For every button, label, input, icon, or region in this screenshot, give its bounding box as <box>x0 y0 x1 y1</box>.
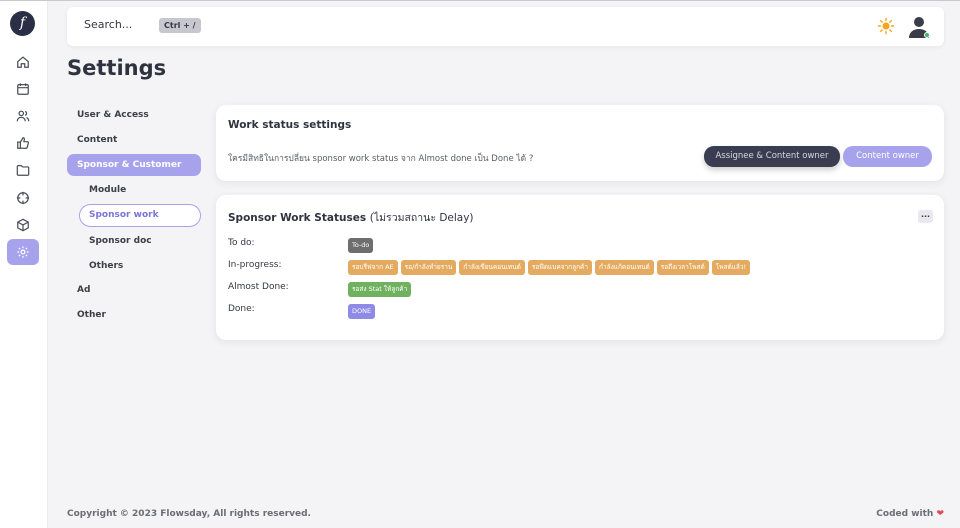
settings-nav-content[interactable]: Content <box>77 135 117 145</box>
status-tag[interactable]: DONE <box>348 304 376 319</box>
rail-likes-button[interactable] <box>7 130 39 156</box>
settings-subnav-sponsor-doc[interactable]: Sponsor doc <box>89 236 152 246</box>
status-row-label: Done: <box>228 304 255 314</box>
rail-settings-button[interactable] <box>7 239 39 265</box>
status-row-label: To do: <box>228 238 255 248</box>
content-owner-button[interactable]: Content owner <box>843 146 932 167</box>
more-options-button[interactable]: ... <box>918 210 933 223</box>
home-icon <box>17 56 29 68</box>
search-shortcut-badge: Ctrl + / <box>159 18 201 33</box>
status-tags: To-do <box>348 238 374 253</box>
card-title-text: Sponsor Work Statuses <box>228 212 367 224</box>
rail-calendar-button[interactable] <box>7 76 39 102</box>
calendar-icon <box>17 83 29 95</box>
page-title: Settings <box>67 56 167 80</box>
settings-nav-ad[interactable]: Ad <box>77 285 90 295</box>
top-bar: Search... Ctrl + / <box>67 7 944 46</box>
icon-rail: f <box>0 1 48 528</box>
sun-icon[interactable] <box>877 17 895 35</box>
card-title: Work status settings <box>228 119 352 131</box>
footer-coded-with: Coded with <box>876 509 934 519</box>
heart-icon: ❤ <box>936 509 944 519</box>
status-tag[interactable]: รอฟีดแบคจากลูกค้า <box>527 260 593 275</box>
footer-copyright: Copyright © 2023 Flowsday, All rights re… <box>67 509 311 519</box>
box-icon <box>17 218 29 232</box>
settings-nav-user-access[interactable]: User & Access <box>77 110 149 120</box>
online-status-dot <box>924 32 930 38</box>
status-tag[interactable]: รอบรีฟจาก AE <box>348 260 398 275</box>
card-title: Sponsor Work Statuses (ไม่รวมสถานะ Delay… <box>228 209 474 226</box>
card-subtitle: (ไม่รวมสถานะ Delay) <box>369 212 474 224</box>
rail-target-button[interactable] <box>7 185 39 211</box>
status-tag[interactable]: รอส่ง Stat ให้ลูกค้า <box>348 282 412 297</box>
status-tag[interactable]: รอถึงเวลาโพสต์ <box>656 260 709 275</box>
rail-box-button[interactable] <box>7 212 39 238</box>
assignee-content-owner-button[interactable]: Assignee & Content owner <box>704 146 840 167</box>
status-tags: รอบรีฟจาก AE รอ/กำลังทำ่ยราน กำลังเขียนค… <box>348 260 751 275</box>
settings-subnav-sponsor-work[interactable]: Sponsor work <box>79 204 201 227</box>
status-tags: รอส่ง Stat ให้ลูกค้า <box>348 282 412 297</box>
settings-nav-sponsor-customer[interactable]: Sponsor & Customer <box>67 154 201 176</box>
app-logo[interactable]: f <box>10 11 35 36</box>
status-tag[interactable]: โพสต์แล้ว! <box>711 260 751 275</box>
sponsor-work-statuses-card: Sponsor Work Statuses (ไม่รวมสถานะ Delay… <box>216 195 944 340</box>
status-row-label: Almost Done: <box>228 282 289 292</box>
status-tag[interactable]: To-do <box>348 238 374 253</box>
status-tag[interactable]: กำลังเขียนคอนเทนต์ <box>459 260 525 275</box>
status-tag[interactable]: รอ/กำลังทำ่ยราน <box>400 260 457 275</box>
gear-icon <box>17 246 29 258</box>
settings-nav-other[interactable]: Other <box>77 310 106 320</box>
footer-credit: Coded with ❤ <box>876 509 944 519</box>
crosshair-icon <box>16 191 30 205</box>
thumbs-up-icon <box>17 137 29 149</box>
permission-question: ใครมีสิทธิในการปลี่ยน sponsor work statu… <box>228 154 534 164</box>
status-tag[interactable]: กำลังแก้คอนเทนต์ <box>595 260 654 275</box>
search-input[interactable]: Search... <box>84 18 132 31</box>
work-status-settings-card: Work status settings ใครมีสิทธิในการปลี่… <box>216 105 944 181</box>
settings-subnav-others[interactable]: Others <box>89 261 123 271</box>
users-icon <box>16 110 30 122</box>
rail-folder-button[interactable] <box>7 157 39 183</box>
settings-subnav-module[interactable]: Module <box>89 185 126 195</box>
rail-users-button[interactable] <box>7 103 39 129</box>
rail-home-button[interactable] <box>7 49 39 75</box>
status-tags: DONE <box>348 304 376 319</box>
folder-icon <box>16 165 30 176</box>
status-row-label: In-progress: <box>228 260 282 270</box>
